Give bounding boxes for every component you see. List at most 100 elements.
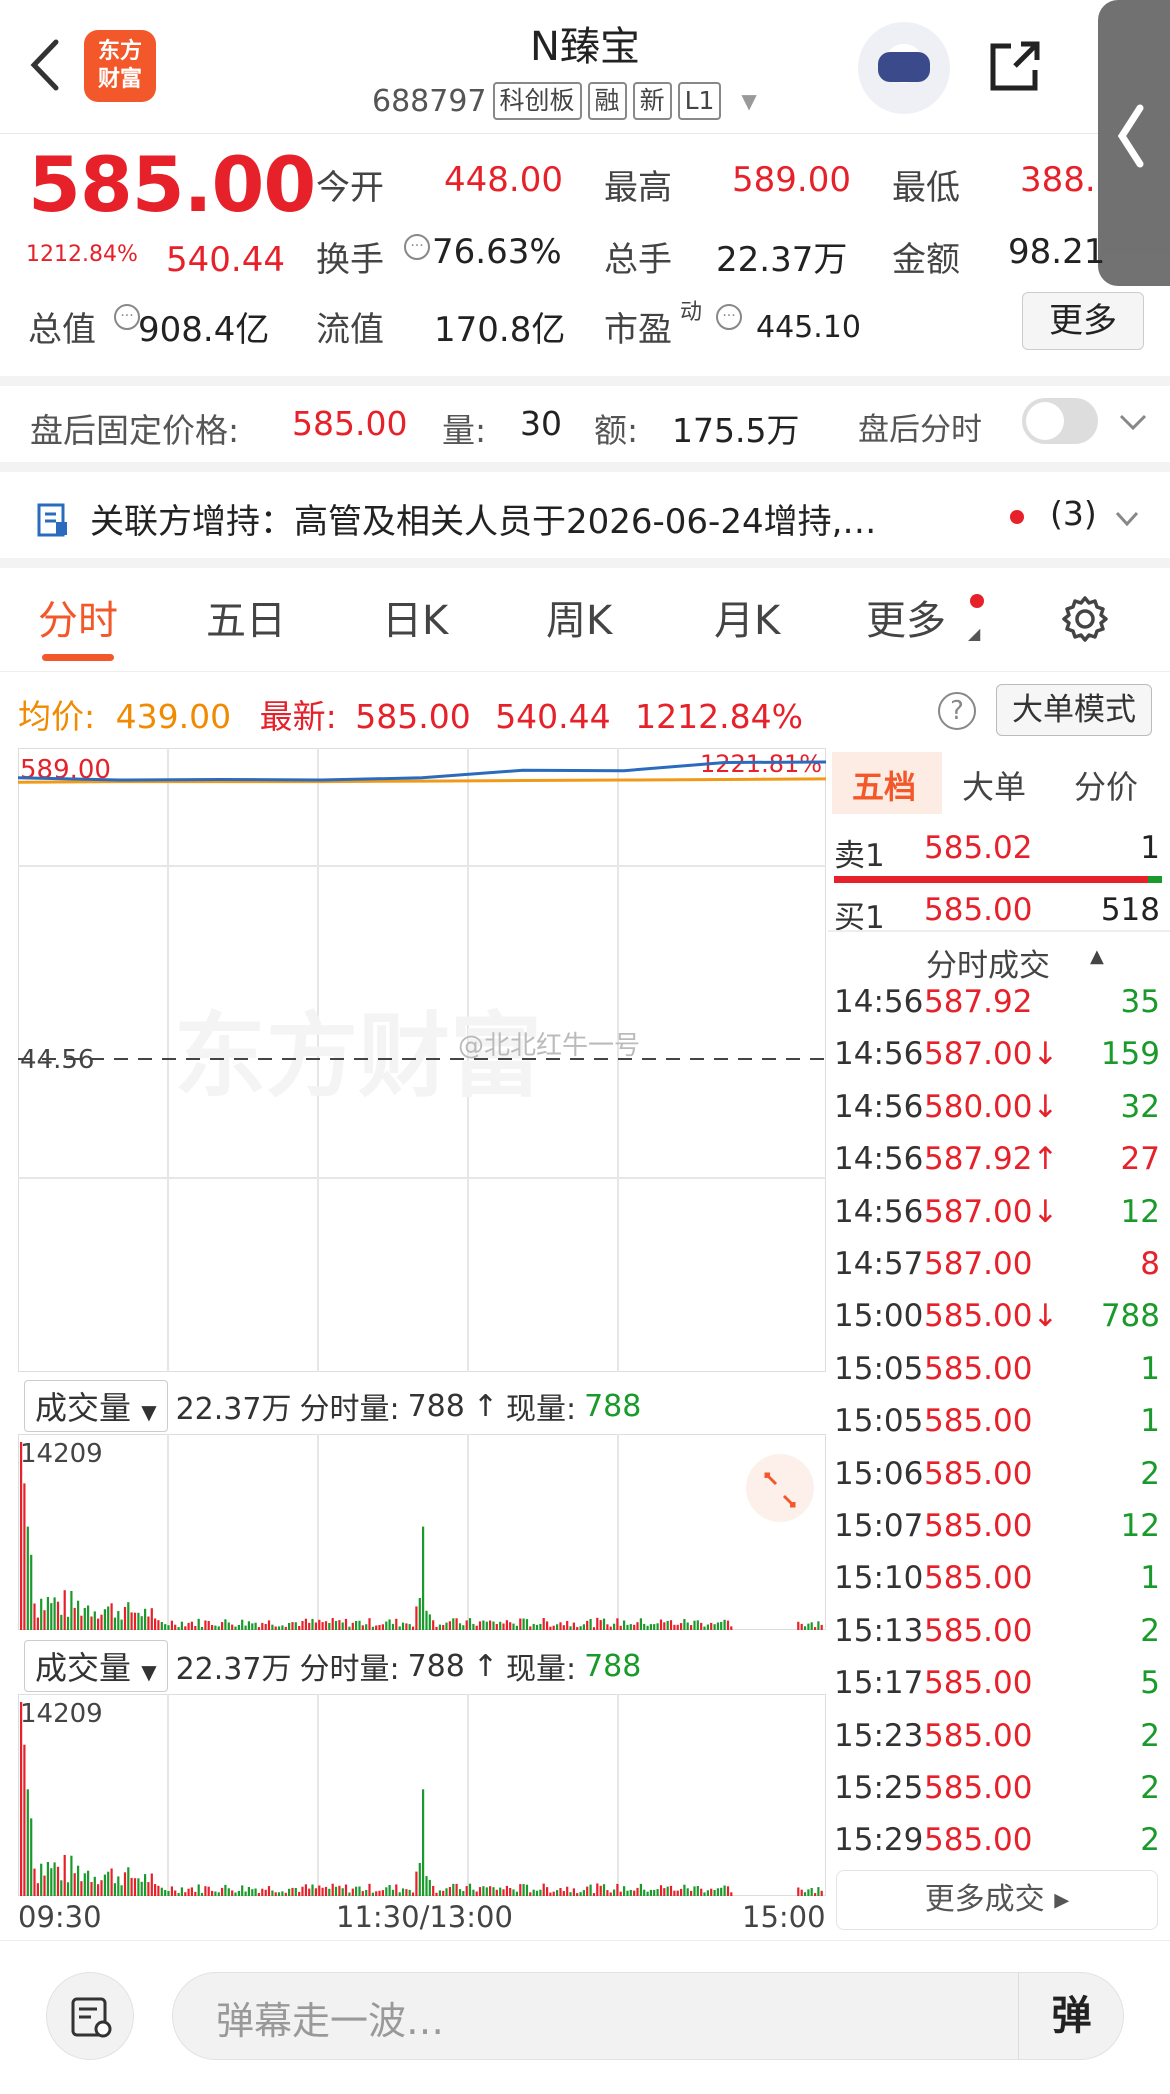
latest-change: 540.44: [495, 697, 611, 736]
volume-bar: [348, 1626, 351, 1630]
volume-bar: [566, 1621, 569, 1630]
chevron-down-icon[interactable]: [1114, 510, 1140, 528]
tick-row: 14:56 587.92↑ 27: [834, 1141, 1164, 1177]
volume-bar: [274, 1626, 277, 1630]
volume-chart[interactable]: 14209: [18, 1694, 826, 1896]
volume-bar: [559, 1888, 562, 1896]
volume-bar: [535, 1890, 539, 1896]
volume-bar: [73, 1607, 76, 1630]
tab-daily-k[interactable]: 日K: [382, 588, 448, 646]
volume-bar: [683, 1884, 686, 1896]
info-icon[interactable]: ···: [716, 304, 742, 330]
tab-weekly-k[interactable]: 周K: [546, 588, 612, 646]
volume-bar: [80, 1881, 83, 1896]
volume-bar: [462, 1625, 465, 1630]
tick-price: 587.00↓: [924, 1036, 1059, 1073]
volume-bar: [509, 1622, 512, 1630]
danmu-button[interactable]: 弹: [1018, 1972, 1124, 2060]
more-trades-button[interactable]: 更多成交 ▸: [836, 1870, 1158, 1930]
volume-bar: [616, 1618, 619, 1630]
chevron-down-icon[interactable]: [1118, 412, 1148, 432]
tab-big-orders[interactable]: 大单: [962, 762, 1026, 808]
volume-bar: [177, 1627, 180, 1630]
volume-bar: [730, 1626, 733, 1630]
stock-code-row[interactable]: 688797 科创板 融 新 L1 ▼: [372, 82, 757, 120]
volume-bar: [355, 1886, 358, 1896]
volume-bar: [110, 1868, 113, 1896]
up-arrow: ↑: [472, 1648, 498, 1684]
volume-bar: [512, 1889, 515, 1896]
big-order-mode-button[interactable]: 大单模式: [996, 684, 1152, 736]
volume-bar: [358, 1886, 361, 1896]
volume-bar: [562, 1891, 565, 1896]
tab-intraday[interactable]: 分时: [38, 588, 118, 646]
volume-bar: [50, 1868, 53, 1896]
volume-bar: [43, 1875, 46, 1896]
share-icon[interactable]: [985, 36, 1045, 96]
volume-bar: [810, 1888, 813, 1896]
info-icon[interactable]: ···: [114, 304, 140, 330]
volume-bar: [432, 1886, 435, 1896]
volume-chart[interactable]: 14209: [18, 1434, 826, 1630]
expand-button[interactable]: [746, 1454, 814, 1522]
indicator-select[interactable]: 成交量 ▼: [24, 1380, 168, 1432]
volume-bar: [197, 1618, 200, 1630]
volume-bar: [224, 1619, 227, 1630]
more-quote-button[interactable]: 更多: [1022, 292, 1144, 350]
tick-row: 15:06 585.00 2: [834, 1456, 1164, 1492]
volume-bar: [398, 1892, 401, 1896]
volume-bar: [221, 1887, 224, 1896]
volume-bar: [696, 1620, 699, 1630]
tab-five-day[interactable]: 五日: [206, 588, 286, 646]
gear-icon[interactable]: [1060, 594, 1110, 644]
volume-bar: [592, 1893, 596, 1896]
indicator-select[interactable]: 成交量 ▼: [24, 1640, 168, 1692]
info-icon[interactable]: ···: [404, 234, 430, 260]
tick-volume: 2: [1140, 1612, 1160, 1649]
sort-up-icon[interactable]: ▲: [1090, 946, 1104, 967]
volume-bar: [706, 1890, 709, 1896]
volume-bar: [398, 1626, 401, 1630]
volume-bar: [261, 1622, 264, 1630]
help-icon[interactable]: ?: [938, 692, 976, 730]
pe-label: 市盈: [604, 310, 672, 350]
note-button[interactable]: [46, 1972, 134, 2060]
volume-bar: [552, 1891, 555, 1896]
tab-price-distribution[interactable]: 分价: [1074, 762, 1138, 808]
volume-bar: [334, 1886, 338, 1896]
volume-bar: [227, 1622, 230, 1630]
volume-bar: [522, 1884, 525, 1896]
change-amount: 540.44: [166, 240, 285, 280]
prev-close-label: 44.56: [20, 1045, 94, 1075]
change-percent: 1212.84%: [26, 242, 138, 267]
tab-monthly-k[interactable]: 月K: [714, 588, 780, 646]
volume-bar: [596, 1883, 599, 1896]
intraday-price-chart[interactable]: 东方财富 @北北红牛一号 44.56 589.00 1221.81%: [18, 748, 826, 1372]
volume-bar: [639, 1618, 642, 1630]
volume-bar: [700, 1888, 703, 1896]
high-label: 最高: [604, 168, 672, 208]
volume-bar: [683, 1619, 686, 1630]
volume-bar: [321, 1622, 324, 1630]
side-collapse-tab[interactable]: [1098, 0, 1170, 286]
volume-bar: [311, 1618, 314, 1630]
volume-bar: [455, 1883, 458, 1896]
volume-bar: [77, 1600, 80, 1630]
volume-bar: [190, 1887, 193, 1896]
volume-bar: [344, 1884, 348, 1896]
volume-bar: [643, 1623, 646, 1630]
volume-bar: [609, 1626, 612, 1630]
chevron-down-icon[interactable]: ▼: [741, 89, 756, 113]
tick-time: 15:23: [834, 1717, 924, 1754]
caret-icon: ◢: [968, 624, 981, 643]
tick-time: 15:13: [834, 1612, 924, 1649]
volume-bar: [341, 1888, 344, 1896]
volume-bar: [649, 1624, 652, 1630]
low-value: 388.: [1020, 160, 1096, 200]
tab-more[interactable]: 更多: [866, 588, 946, 646]
tab-five-levels[interactable]: 五档: [852, 762, 916, 808]
volume-bar: [190, 1621, 193, 1630]
volume-bar: [807, 1889, 810, 1896]
volume-header-1: 成交量 ▼ 22.37万 分时量: 788 ↑ 现量: 788: [24, 1380, 641, 1432]
caret-down-icon: ▼: [141, 1660, 157, 1684]
